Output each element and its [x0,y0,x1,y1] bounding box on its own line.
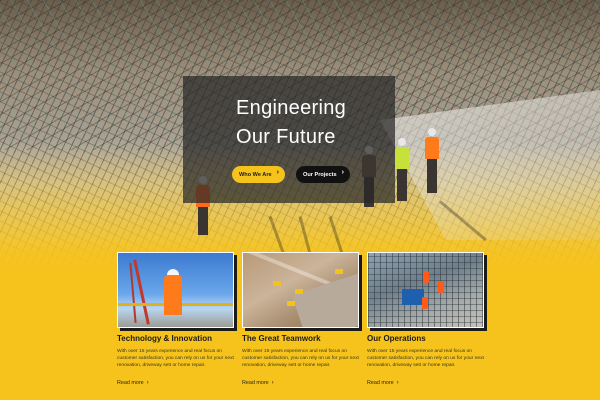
background-worker [395,138,409,201]
feature-card-teamwork: The Great Teamwork With over 15 years ex… [242,252,361,388]
chevron-right-icon: › [146,380,149,386]
hero-overlay-box: Engineering Our Future Who We Are › Our … [183,76,395,203]
card-title: The Great Teamwork [242,334,321,343]
chevron-right-icon: › [341,169,344,176]
who-we-are-button[interactable]: Who We Are › [232,166,285,183]
chevron-right-icon: › [276,169,279,176]
card-title: Our Operations [367,334,426,343]
worker-on-tower-photo [117,252,234,328]
card-description: With over 15 years experience and real f… [117,349,234,368]
feature-card-technology: Technology & Innovation With over 15 yea… [117,252,236,388]
read-more-label: Read more [117,380,144,386]
card-description: With over 15 years experience and real f… [242,349,359,368]
read-more-link[interactable]: Read more › [367,380,399,386]
read-more-label: Read more [242,380,269,386]
hero-title-line2: Our Future [236,126,336,148]
card-title: Technology & Innovation [117,334,212,343]
card-description: With over 15 years experience and real f… [367,349,484,368]
read-more-link[interactable]: Read more › [242,380,274,386]
chevron-right-icon: › [396,380,399,386]
excavation-site-photo [242,252,359,328]
our-projects-label: Our Projects [303,171,337,178]
construction-operations-photo [367,252,484,328]
hero-title-line1: Engineering [236,97,347,119]
hero-title: Engineering Our Future [236,94,396,152]
read-more-label: Read more [367,380,394,386]
feature-card-operations: Our Operations With over 15 years experi… [367,252,486,388]
background-worker [425,128,439,193]
who-we-are-label: Who We Are [239,171,272,178]
our-projects-button[interactable]: Our Projects › [296,166,350,183]
chevron-right-icon: › [271,380,274,386]
read-more-link[interactable]: Read more › [117,380,149,386]
